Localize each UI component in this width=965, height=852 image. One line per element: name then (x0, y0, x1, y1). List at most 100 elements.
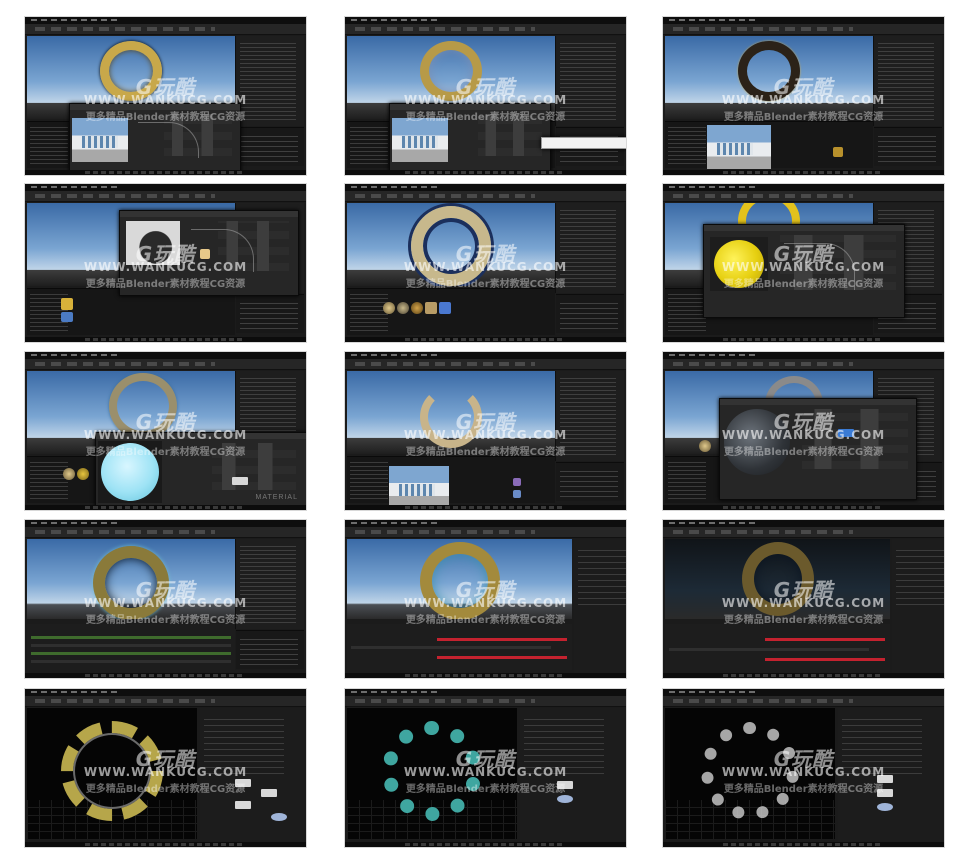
node-box[interactable] (877, 803, 893, 811)
timeline-track (351, 646, 551, 649)
thumbnail-1[interactable]: G玩酷 WWW.WANKUCG.COM 更多精品Blender素材教程CG资源 (24, 16, 307, 176)
menu-bar (663, 520, 944, 527)
preview-photo (72, 118, 128, 162)
toolbar (25, 527, 306, 538)
toolbar (25, 24, 306, 35)
thumbnail-12[interactable]: G玩酷 WWW.WANKUCG.COM 更多精品Blender素材教程CG资源 (662, 519, 945, 679)
content-browser (347, 288, 555, 335)
watermark-url: WWW.WANKUCG.COM (83, 765, 248, 779)
status-bar (25, 505, 306, 510)
toolbar (345, 191, 626, 202)
preview-photo (389, 466, 449, 508)
menu-bar (25, 520, 306, 527)
timeline-track (31, 660, 231, 663)
material-thumb[interactable] (397, 302, 409, 314)
status-bar (345, 505, 626, 510)
watermark-url: WWW.WANKUCG.COM (721, 765, 886, 779)
thumbnail-13[interactable]: G玩酷 WWW.WANKUCG.COM 更多精品Blender素材教程CG资源 (24, 688, 307, 848)
node-box[interactable] (232, 477, 248, 485)
timeline-track (765, 658, 885, 661)
toolbar (663, 359, 944, 370)
toolbar (663, 24, 944, 35)
toolbar (663, 191, 944, 202)
preview-photo (392, 118, 448, 162)
material-thumb[interactable] (77, 468, 89, 480)
thumbnail-9[interactable]: G玩酷 WWW.WANKUCG.COM 更多精品Blender素材教程CG资源 (662, 351, 945, 511)
timeline-track (765, 638, 885, 641)
watermark-subtitle: 更多精品Blender素材教程CG资源 (85, 784, 246, 795)
status-bar (345, 673, 626, 678)
watermark-url: WWW.WANKUCG.COM (83, 596, 248, 610)
thumbnail-7[interactable]: MATERIAL G玩酷 WWW.WANKUCG.COM 更多精品Blender… (24, 351, 307, 511)
material-thumb[interactable] (425, 302, 437, 314)
thumbnail-10[interactable]: G玩酷 WWW.WANKUCG.COM 更多精品Blender素材教程CG资源 (24, 519, 307, 679)
thumbnail-4[interactable]: G玩酷 WWW.WANKUCG.COM 更多精品Blender素材教程CG资源 (24, 183, 307, 343)
watermark-subtitle: 更多精品Blender素材教程CG资源 (405, 112, 566, 123)
thumbnail-11[interactable]: G玩酷 WWW.WANKUCG.COM 更多精品Blender素材教程CG资源 (344, 519, 627, 679)
color-swatch[interactable] (61, 298, 73, 310)
material-thumb[interactable] (513, 490, 521, 498)
timeline-track (31, 652, 231, 655)
thumbnail-2[interactable]: G玩酷 WWW.WANKUCG.COM 更多精品Blender素材教程CG资源 (344, 16, 627, 176)
material-thumb[interactable] (63, 468, 75, 480)
menu-bar (663, 352, 944, 359)
timeline-track (669, 648, 869, 651)
toolbar (345, 359, 626, 370)
thumbnail-6[interactable]: G玩酷 WWW.WANKUCG.COM 更多精品Blender素材教程CG资源 (662, 183, 945, 343)
thumbnail-8[interactable]: G玩酷 WWW.WANKUCG.COM 更多精品Blender素材教程CG资源 (344, 351, 627, 511)
thumbnail-15[interactable]: G玩酷 WWW.WANKUCG.COM 更多精品Blender素材教程CG资源 (662, 688, 945, 848)
sequencer-timeline[interactable] (665, 624, 890, 670)
watermark-url: WWW.WANKUCG.COM (721, 596, 886, 610)
toolbar (663, 696, 944, 707)
status-bar (345, 337, 626, 342)
status-bar (25, 170, 306, 175)
watermark-url: WWW.WANKUCG.COM (403, 765, 568, 779)
details-panel (874, 127, 942, 166)
status-bar (345, 842, 626, 847)
node-box[interactable] (271, 813, 287, 821)
node-box[interactable] (235, 801, 251, 809)
watermark-subtitle: 更多精品Blender素材教程CG资源 (405, 279, 566, 290)
menu-bar (345, 520, 626, 527)
menu-bar (663, 689, 944, 696)
watermark-subtitle: 更多精品Blender素材教程CG资源 (723, 615, 884, 626)
menu-bar (25, 689, 306, 696)
timeline-track (31, 644, 231, 647)
details-panel (236, 630, 304, 669)
material-thumb[interactable] (513, 478, 521, 486)
watermark-subtitle: 更多精品Blender素材教程CG资源 (405, 615, 566, 626)
node-box[interactable] (557, 795, 573, 803)
thumbnail-5[interactable]: G玩酷 WWW.WANKUCG.COM 更多精品Blender素材教程CG资源 (344, 183, 627, 343)
sequencer-timeline[interactable] (347, 624, 572, 670)
details-panel (236, 127, 304, 166)
thumbnail-grid: G玩酷 WWW.WANKUCG.COM 更多精品Blender素材教程CG资源 … (0, 0, 965, 852)
watermark-url: WWW.WANKUCG.COM (721, 260, 886, 274)
status-bar (663, 842, 944, 847)
watermark-subtitle: 更多精品Blender素材教程CG资源 (723, 112, 884, 123)
watermark-subtitle: 更多精品Blender素材教程CG资源 (723, 784, 884, 795)
toolbar (25, 359, 306, 370)
menu-bar (25, 352, 306, 359)
sequencer-timeline[interactable] (27, 624, 235, 670)
material-thumb[interactable] (439, 302, 451, 314)
status-bar (663, 170, 944, 175)
thumbnail-14[interactable]: G玩酷 WWW.WANKUCG.COM 更多精品Blender素材教程CG资源 (344, 688, 627, 848)
watermark-subtitle: 更多精品Blender素材教程CG资源 (85, 112, 246, 123)
toolbar (663, 527, 944, 538)
status-bar (345, 170, 626, 175)
timeline-track (31, 636, 231, 639)
tooltip-box (541, 137, 626, 149)
toolbar (25, 696, 306, 707)
material-thumb[interactable] (383, 302, 395, 314)
watermark-url: WWW.WANKUCG.COM (83, 428, 248, 442)
color-swatch[interactable] (61, 312, 73, 322)
material-thumb[interactable] (411, 302, 423, 314)
menu-bar (25, 17, 306, 24)
toolbar (345, 696, 626, 707)
status-bar (25, 337, 306, 342)
toolbar (345, 24, 626, 35)
thumbnail-3[interactable]: G玩酷 WWW.WANKUCG.COM 更多精品Blender素材教程CG资源 (662, 16, 945, 176)
color-swatch[interactable] (833, 147, 843, 157)
watermark-subtitle: 更多精品Blender素材教程CG资源 (85, 279, 246, 290)
menu-bar (345, 352, 626, 359)
